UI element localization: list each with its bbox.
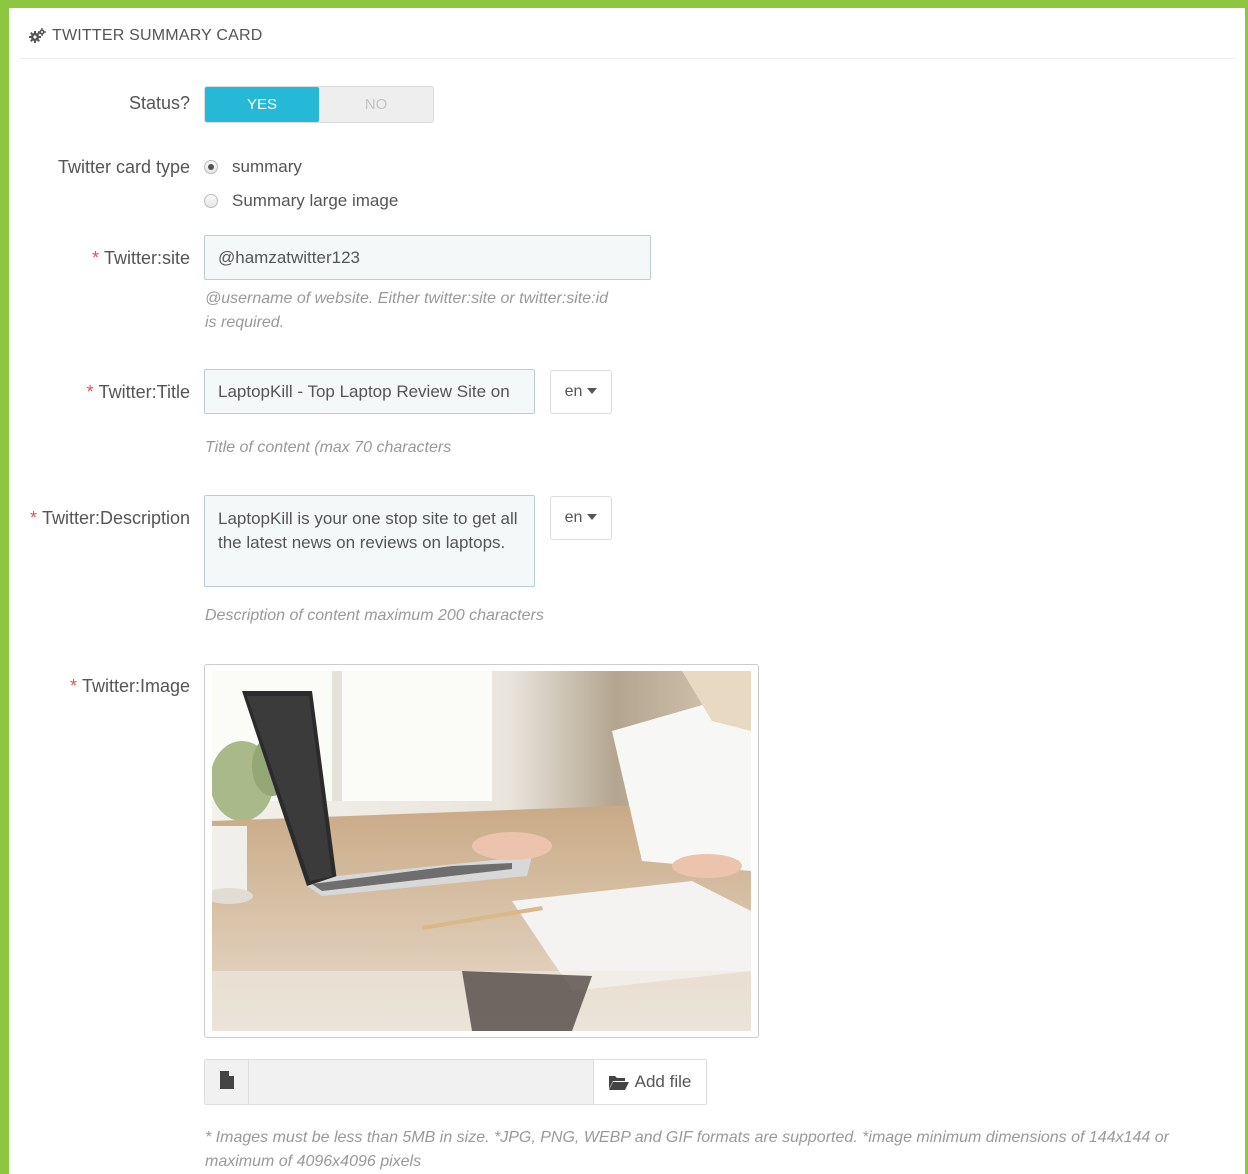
required-mark: *: [69, 676, 77, 696]
twitter-site-help: @username of website. Either twitter:sit…: [205, 287, 608, 335]
twitter-description-language-dropdown[interactable]: en: [550, 496, 612, 540]
panel-heading: TWITTER SUMMARY CARD: [20, 14, 1236, 59]
status-yes-option[interactable]: YES: [205, 87, 319, 122]
cogs-icon: [28, 27, 46, 45]
twitter-description-label-text: Twitter:Description: [41, 508, 190, 528]
twitter-site-help-line2: is required.: [205, 314, 285, 331]
twitter-description-help: Description of content maximum 200 chara…: [205, 607, 544, 624]
panel-title: TWITTER SUMMARY CARD: [52, 27, 263, 44]
twitter-description-textarea[interactable]: LaptopKill is your one stop site to get …: [204, 495, 535, 587]
twitter-title-input[interactable]: LaptopKill - Top Laptop Review Site on: [204, 369, 535, 414]
radio-summary-large-image[interactable]: [204, 194, 218, 208]
twitter-image-help-line2: maximum of 4096x4096 pixels: [205, 1153, 422, 1170]
required-mark: *: [86, 382, 94, 402]
laptop-photo-image: [212, 671, 751, 1031]
twitter-title-label-text: Twitter:Title: [98, 382, 190, 402]
status-label: Status?: [128, 93, 190, 113]
twitter-site-input[interactable]: @hamzatwitter123: [204, 235, 651, 280]
twitter-image-help: * Images must be less than 5MB in size. …: [205, 1126, 1235, 1174]
language-code: en: [564, 509, 583, 526]
twitter-title-help: Title of content (max 70 characters: [205, 439, 452, 456]
twitter-site-label-text: Twitter:site: [103, 248, 190, 268]
twitter-description-label: * Twitter:Description: [30, 508, 190, 529]
twitter-site-label: * Twitter:site: [92, 248, 190, 269]
radio-summary-label: summary: [232, 157, 302, 176]
twitter-title-language-dropdown[interactable]: en: [550, 370, 612, 414]
twitter-image-label: * Twitter:Image: [70, 676, 190, 697]
radio-large-image-label: Summary large image: [232, 191, 399, 210]
folder-open-icon: [608, 1075, 629, 1090]
card-type-label: Twitter card type: [57, 157, 190, 177]
twitter-image-help-line1: * Images must be less than 5MB in size. …: [205, 1129, 1169, 1146]
caret-down-icon: [587, 388, 598, 394]
caret-down-icon: [587, 514, 598, 520]
status-switch[interactable]: YES NO: [204, 86, 434, 123]
required-mark: *: [29, 508, 37, 528]
file-upload-group: Add file: [204, 1059, 707, 1105]
card-type-option-large-image[interactable]: Summary large image: [204, 191, 398, 211]
file-icon-cell: [205, 1060, 249, 1104]
radio-summary[interactable]: [204, 160, 218, 174]
image-preview: [204, 664, 759, 1038]
language-code: en: [564, 383, 583, 400]
card-type-option-summary[interactable]: summary: [204, 157, 302, 177]
twitter-image-label-text: Twitter:Image: [81, 676, 190, 696]
status-no-option[interactable]: NO: [319, 87, 433, 122]
required-mark: *: [91, 248, 99, 268]
twitter-site-help-line1: @username of website. Either twitter:sit…: [205, 290, 609, 307]
add-file-label: Add file: [634, 1072, 692, 1091]
file-name-field[interactable]: [249, 1060, 593, 1104]
twitter-title-label: * Twitter:Title: [87, 382, 190, 403]
file-icon: [219, 1070, 234, 1094]
add-file-button[interactable]: Add file: [593, 1060, 706, 1104]
